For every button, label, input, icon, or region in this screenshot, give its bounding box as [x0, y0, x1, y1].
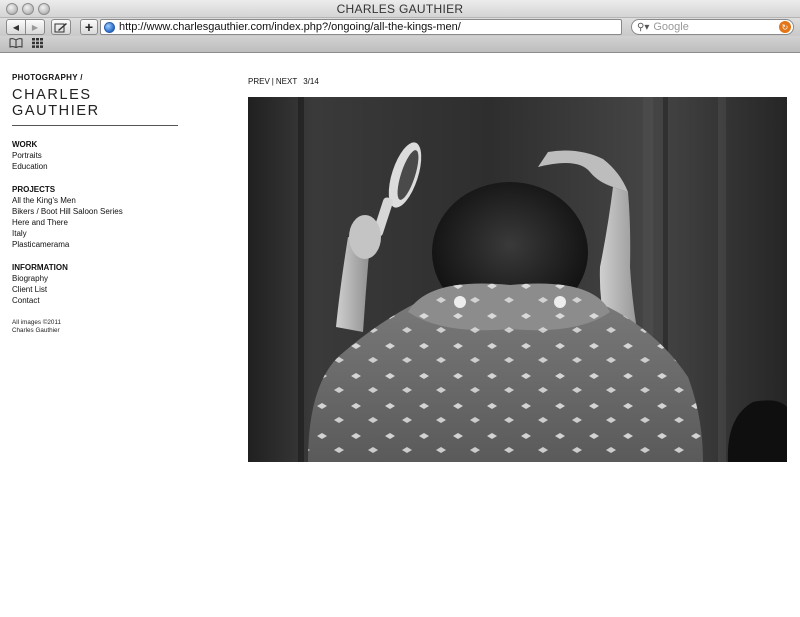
nav-link-contact[interactable]: Contact — [12, 295, 180, 306]
back-arrow-icon: ◀ — [12, 22, 20, 32]
address-bar[interactable]: http://www.charlesgauthier.com/index.php… — [100, 19, 622, 35]
browser-toolbar: ◀ ▶ + http://www.charlesgauthier.com/ind… — [0, 18, 800, 36]
nav-link-education[interactable]: Education — [12, 161, 180, 172]
nav-link-all-the-kings-men[interactable]: All the King's Men — [12, 195, 180, 206]
add-bookmark-button[interactable]: + — [80, 19, 98, 35]
photograph-artwork — [248, 97, 787, 462]
globe-icon — [104, 21, 115, 33]
bookmarks-bar — [0, 36, 800, 53]
sidebar: PHOTOGRAPHY / CHARLES GAUTHIER WORK Port… — [12, 73, 180, 335]
open-book-icon — [9, 38, 23, 49]
edit-page-button[interactable] — [51, 19, 71, 35]
address-text: http://www.charlesgauthier.com/index.php… — [119, 21, 461, 33]
nav-link-biography[interactable]: Biography — [12, 273, 180, 284]
search-field[interactable]: ⚲▾ Google ↻ — [631, 19, 794, 35]
nav-link-portraits[interactable]: Portraits — [12, 150, 180, 161]
next-link[interactable]: NEXT — [276, 77, 297, 86]
window-title: CHARLES GAUTHIER — [336, 2, 464, 16]
forward-arrow-icon: ▶ — [31, 22, 39, 32]
menu-section-projects: PROJECTS All the King's Men Bikers / Boo… — [12, 185, 180, 250]
section-heading-information: INFORMATION — [12, 263, 68, 272]
window-titlebar: CHARLES GAUTHIER — [0, 0, 800, 18]
copyright-notice: All images ©2011 Charles Gauthier — [12, 319, 102, 335]
top-sites-grid-icon[interactable] — [32, 38, 43, 51]
photo-navigation: PREV | NEXT 3/14 — [248, 77, 319, 86]
pencil-icon — [54, 22, 67, 32]
forward-button[interactable]: ▶ — [25, 20, 44, 34]
nav-separator: | — [271, 77, 274, 86]
main-photograph[interactable] — [248, 97, 787, 462]
plus-icon: + — [84, 19, 94, 35]
section-heading-projects: PROJECTS — [12, 185, 56, 194]
magnifier-icon: ⚲▾ — [637, 21, 650, 33]
prev-link[interactable]: PREV — [248, 77, 270, 86]
menu-section-information: INFORMATION Biography Client List Contac… — [12, 263, 180, 306]
nav-link-bikers[interactable]: Bikers / Boot Hill Saloon Series — [12, 206, 180, 217]
copyright-line-1: All images ©2011 — [12, 319, 61, 326]
back-button[interactable]: ◀ — [7, 20, 25, 34]
site-title[interactable]: CHARLES GAUTHIER — [12, 87, 180, 119]
title-divider — [12, 125, 178, 126]
search-placeholder: Google — [653, 21, 689, 33]
copyright-line-2: Charles Gauthier — [12, 327, 60, 334]
menu-section-work: WORK Portraits Education — [12, 140, 180, 172]
nav-link-here-and-there[interactable]: Here and There — [12, 217, 180, 228]
section-heading-work: WORK — [12, 140, 38, 149]
nav-link-plasticamerama[interactable]: Plasticamerama — [12, 239, 180, 250]
back-forward-group: ◀ ▶ — [6, 19, 45, 35]
nav-link-italy[interactable]: Italy — [12, 228, 180, 239]
grid-icon — [32, 38, 43, 48]
image-counter: 3/14 — [303, 77, 319, 86]
nav-link-client-list[interactable]: Client List — [12, 284, 180, 295]
search-go-icon[interactable]: ↻ — [779, 21, 791, 33]
site-kicker: PHOTOGRAPHY / — [12, 73, 83, 82]
page-content: PHOTOGRAPHY / CHARLES GAUTHIER WORK Port… — [0, 54, 800, 617]
bookmarks-book-icon[interactable] — [9, 38, 23, 51]
